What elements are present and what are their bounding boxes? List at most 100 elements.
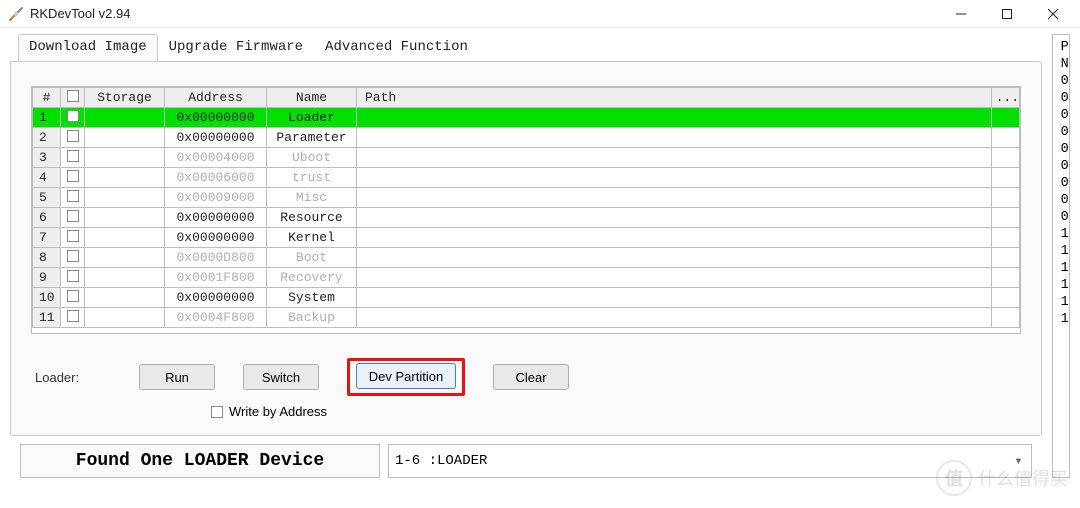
cell-name[interactable]: Misc bbox=[267, 188, 357, 208]
cell-storage[interactable] bbox=[85, 228, 165, 248]
cell-path[interactable] bbox=[357, 148, 992, 168]
cell-storage[interactable] bbox=[85, 308, 165, 328]
close-button[interactable] bbox=[1030, 0, 1076, 28]
row-checkbox[interactable] bbox=[67, 130, 79, 142]
cell-storage[interactable] bbox=[85, 188, 165, 208]
cell-more[interactable] bbox=[991, 248, 1019, 268]
cell-more[interactable] bbox=[991, 208, 1019, 228]
cell-address[interactable]: 0x00009000 bbox=[165, 188, 267, 208]
cell-more[interactable] bbox=[991, 288, 1019, 308]
cell-check[interactable] bbox=[61, 288, 85, 308]
cell-check[interactable] bbox=[61, 188, 85, 208]
cell-check[interactable] bbox=[61, 128, 85, 148]
row-checkbox[interactable] bbox=[67, 270, 79, 282]
cell-address[interactable]: 0x00000000 bbox=[165, 288, 267, 308]
table-row[interactable]: 80x0000D800Boot bbox=[33, 248, 1020, 268]
cell-address[interactable]: 0x00000000 bbox=[165, 108, 267, 128]
cell-storage[interactable] bbox=[85, 248, 165, 268]
header-checkbox[interactable] bbox=[67, 90, 79, 102]
cell-address[interactable]: 0x0004F800 bbox=[165, 308, 267, 328]
cell-path[interactable] bbox=[357, 228, 992, 248]
cell-storage[interactable] bbox=[85, 268, 165, 288]
table-row[interactable]: 30x00004000Uboot bbox=[33, 148, 1020, 168]
partition-grid[interactable]: # Storage Address Name Path ... 10x00000… bbox=[31, 86, 1021, 334]
cell-name[interactable]: Backup bbox=[267, 308, 357, 328]
switch-button[interactable]: Switch bbox=[243, 364, 319, 390]
cell-path[interactable] bbox=[357, 188, 992, 208]
cell-path[interactable] bbox=[357, 268, 992, 288]
row-checkbox[interactable] bbox=[67, 170, 79, 182]
col-num[interactable]: # bbox=[33, 88, 61, 108]
table-row[interactable]: 20x00000000Parameter bbox=[33, 128, 1020, 148]
maximize-button[interactable] bbox=[984, 0, 1030, 28]
cell-name[interactable]: Uboot bbox=[267, 148, 357, 168]
cell-more[interactable] bbox=[991, 228, 1019, 248]
cell-check[interactable] bbox=[61, 208, 85, 228]
cell-name[interactable]: Boot bbox=[267, 248, 357, 268]
table-row[interactable]: 50x00009000Misc bbox=[33, 188, 1020, 208]
row-checkbox[interactable] bbox=[67, 250, 79, 262]
cell-name[interactable]: trust bbox=[267, 168, 357, 188]
minimize-button[interactable] bbox=[938, 0, 984, 28]
cell-more[interactable] bbox=[991, 148, 1019, 168]
cell-more[interactable] bbox=[991, 268, 1019, 288]
col-address[interactable]: Address bbox=[165, 88, 267, 108]
cell-storage[interactable] bbox=[85, 148, 165, 168]
cell-check[interactable] bbox=[61, 248, 85, 268]
cell-name[interactable]: Resource bbox=[267, 208, 357, 228]
cell-more[interactable] bbox=[991, 308, 1019, 328]
table-row[interactable]: 10x00000000Loader bbox=[33, 108, 1020, 128]
cell-check[interactable] bbox=[61, 308, 85, 328]
cell-path[interactable] bbox=[357, 108, 992, 128]
table-row[interactable]: 90x0001F800Recovery bbox=[33, 268, 1020, 288]
row-checkbox[interactable] bbox=[67, 150, 79, 162]
col-check[interactable] bbox=[61, 88, 85, 108]
row-checkbox[interactable] bbox=[67, 230, 79, 242]
cell-path[interactable] bbox=[357, 308, 992, 328]
cell-storage[interactable] bbox=[85, 168, 165, 188]
tab-upgrade-firmware[interactable]: Upgrade Firmware bbox=[158, 34, 314, 61]
cell-name[interactable]: Parameter bbox=[267, 128, 357, 148]
cell-check[interactable] bbox=[61, 108, 85, 128]
cell-name[interactable]: Recovery bbox=[267, 268, 357, 288]
table-row[interactable]: 40x00006000trust bbox=[33, 168, 1020, 188]
col-storage[interactable]: Storage bbox=[85, 88, 165, 108]
cell-check[interactable] bbox=[61, 268, 85, 288]
cell-path[interactable] bbox=[357, 288, 992, 308]
row-checkbox[interactable] bbox=[67, 310, 79, 322]
dev-partition-button[interactable]: Dev Partition bbox=[356, 363, 456, 389]
cell-storage[interactable] bbox=[85, 288, 165, 308]
write-by-address-checkbox[interactable] bbox=[211, 406, 223, 418]
cell-address[interactable]: 0x00000000 bbox=[165, 228, 267, 248]
cell-name[interactable]: System bbox=[267, 288, 357, 308]
row-checkbox[interactable] bbox=[67, 210, 79, 222]
table-row[interactable]: 60x00000000Resource bbox=[33, 208, 1020, 228]
cell-address[interactable]: 0x00006000 bbox=[165, 168, 267, 188]
cell-address[interactable]: 0x0000D800 bbox=[165, 248, 267, 268]
cell-path[interactable] bbox=[357, 168, 992, 188]
run-button[interactable]: Run bbox=[139, 364, 215, 390]
cell-more[interactable] bbox=[991, 128, 1019, 148]
cell-path[interactable] bbox=[357, 128, 992, 148]
cell-storage[interactable] bbox=[85, 208, 165, 228]
col-path[interactable]: Path bbox=[357, 88, 992, 108]
cell-address[interactable]: 0x00004000 bbox=[165, 148, 267, 168]
clear-button[interactable]: Clear bbox=[493, 364, 569, 390]
row-checkbox[interactable] bbox=[67, 110, 79, 122]
col-more[interactable]: ... bbox=[991, 88, 1019, 108]
tab-download-image[interactable]: Download Image bbox=[18, 34, 158, 61]
table-row[interactable]: 100x00000000System bbox=[33, 288, 1020, 308]
cell-check[interactable] bbox=[61, 168, 85, 188]
cell-storage[interactable] bbox=[85, 108, 165, 128]
col-name[interactable]: Name bbox=[267, 88, 357, 108]
table-row[interactable]: 110x0004F800Backup bbox=[33, 308, 1020, 328]
tab-advanced-function[interactable]: Advanced Function bbox=[314, 34, 479, 61]
cell-path[interactable] bbox=[357, 208, 992, 228]
cell-storage[interactable] bbox=[85, 128, 165, 148]
log-pane[interactable]: Partition is gpt NO LBA Size Name 01 0x0… bbox=[1052, 34, 1070, 478]
row-checkbox[interactable] bbox=[67, 290, 79, 302]
cell-check[interactable] bbox=[61, 228, 85, 248]
cell-check[interactable] bbox=[61, 148, 85, 168]
cell-name[interactable]: Loader bbox=[267, 108, 357, 128]
cell-path[interactable] bbox=[357, 248, 992, 268]
